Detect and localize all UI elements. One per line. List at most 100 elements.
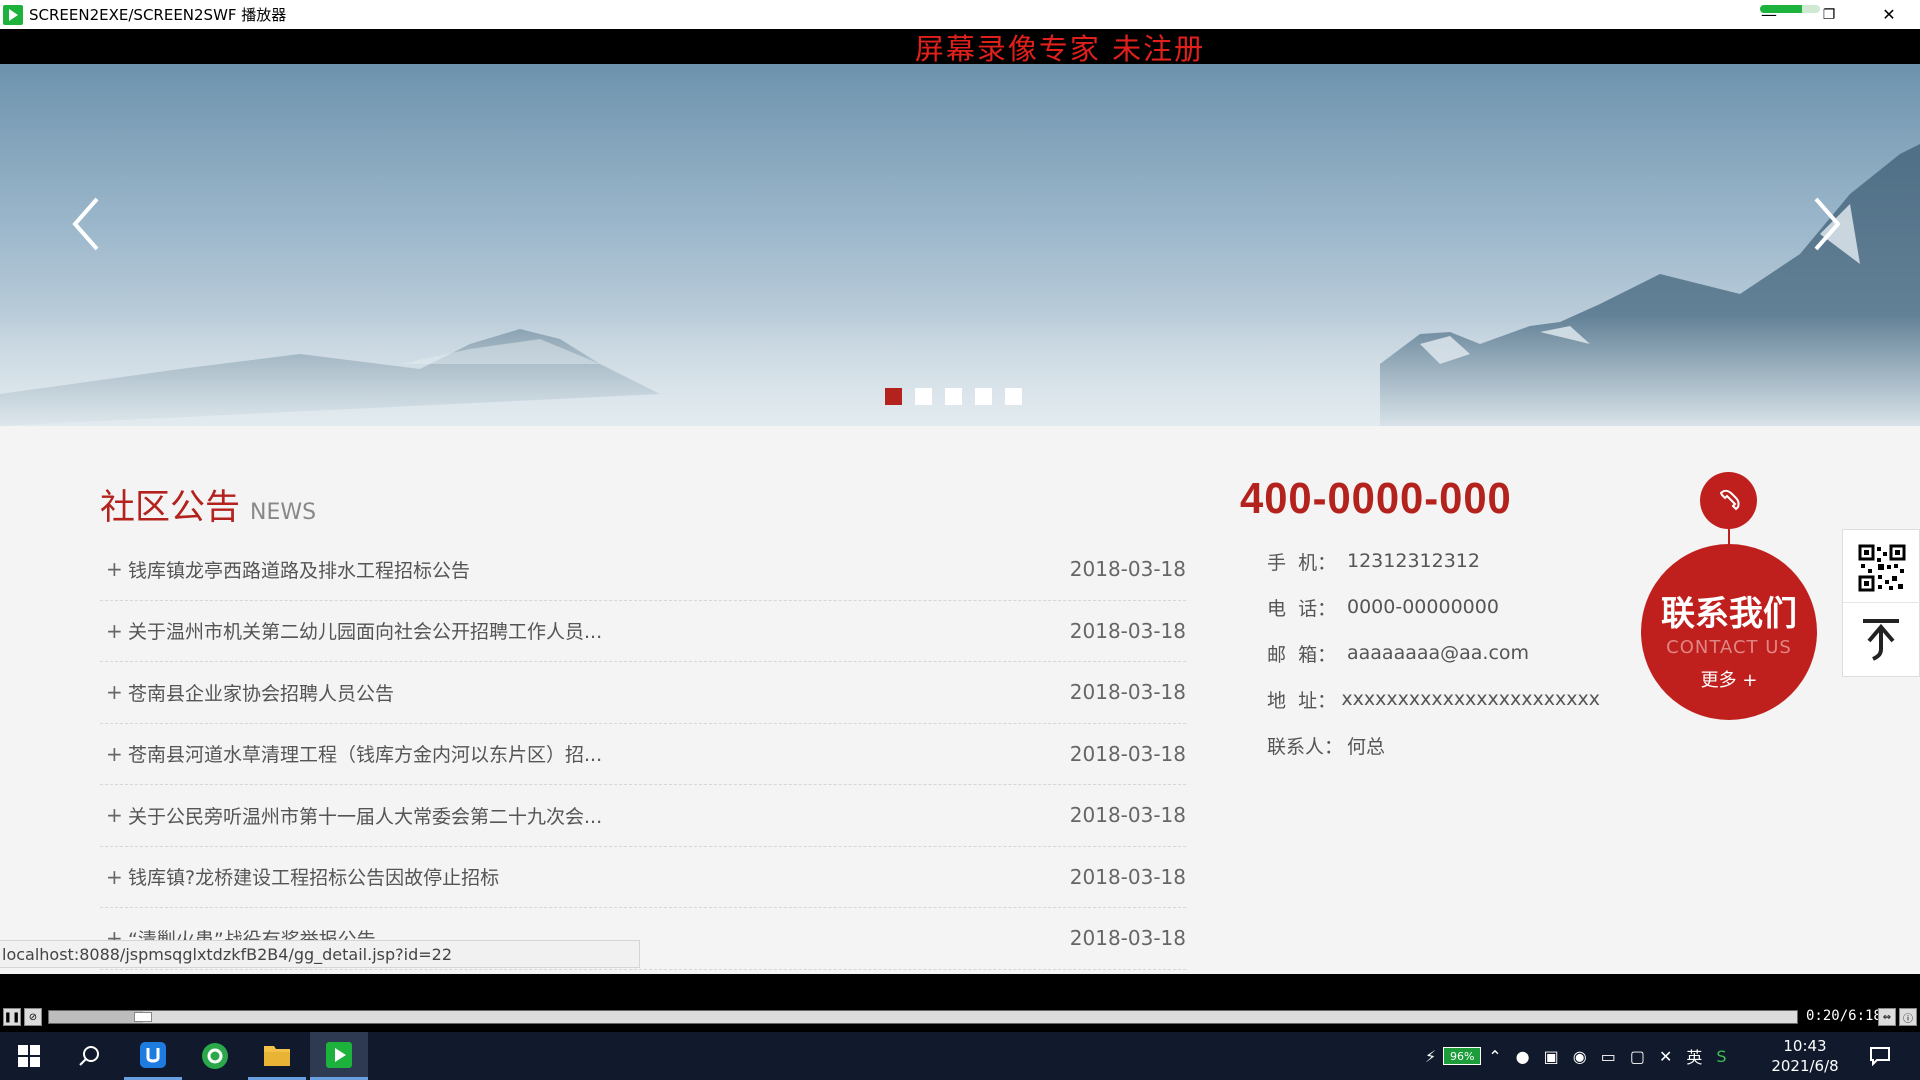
- network-icon[interactable]: ▢: [1630, 1047, 1645, 1066]
- app-u-tray-icon[interactable]: ▣: [1544, 1047, 1559, 1066]
- banner-next-arrow[interactable]: [1808, 189, 1848, 259]
- folder-icon: [264, 1045, 290, 1066]
- web-page: 社区公告 NEWS + 钱库镇龙亭西路道路及排水工程招标公告 2018-03-18…: [0, 64, 1920, 974]
- close-button[interactable]: ✕: [1866, 0, 1912, 29]
- qq-icon[interactable]: ●: [1516, 1047, 1530, 1066]
- pause-button[interactable]: ❚❚: [3, 1008, 21, 1026]
- list-item[interactable]: + 钱库镇龙亭西路道路及排水工程招标公告 2018-03-18: [100, 539, 1186, 601]
- banner-prev-arrow[interactable]: [65, 189, 105, 259]
- list-item[interactable]: + 关于公民旁听温州市第十一届人大常委会第二十九次会... 2018-03-18: [100, 785, 1186, 847]
- plus-icon: +: [106, 557, 123, 582]
- contact-row-person: 联系人： 何总: [1267, 735, 1386, 758]
- player-controls: ❚❚ ⊘ 0:20/6:18 ⇔ ⓘ: [0, 1006, 1920, 1028]
- notification-center-button[interactable]: [1850, 1032, 1910, 1080]
- list-item[interactable]: + 苍南县河道水草清理工程（钱库方金内河以东片区）招... 2018-03-18: [100, 724, 1186, 785]
- notice-title[interactable]: 关于温州市机关第二幼儿园面向社会公开招聘工作人员...: [128, 617, 602, 644]
- plus-icon: +: [106, 680, 123, 705]
- slide-dot[interactable]: [945, 388, 962, 405]
- section-subtitle: NEWS: [250, 500, 317, 525]
- battery-indicator[interactable]: 96%: [1443, 1047, 1482, 1065]
- stop-button[interactable]: ⊘: [24, 1008, 42, 1026]
- plus-icon: +: [106, 803, 123, 828]
- minimize-button[interactable]: —: [1746, 0, 1792, 29]
- info-button[interactable]: ⓘ: [1899, 1008, 1917, 1026]
- window-title: SCREEN2EXE/SCREEN2SWF 播放器: [29, 6, 287, 24]
- qr-code-icon[interactable]: [1858, 544, 1906, 592]
- phone-icon: [1700, 472, 1757, 529]
- notice-date: 2018-03-18: [1069, 557, 1186, 582]
- panel-divider: [1843, 602, 1920, 603]
- notice-title[interactable]: 钱库镇龙亭西路道路及排水工程招标公告: [128, 556, 470, 583]
- taskbar-file-explorer[interactable]: [248, 1032, 306, 1080]
- list-item[interactable]: + 苍南县企业家协会招聘人员公告 2018-03-18: [100, 662, 1186, 724]
- plus-icon: +: [106, 741, 123, 766]
- badge-title: 联系我们: [1661, 594, 1797, 634]
- contact-row-phone: 电 话： 0000-00000000: [1267, 596, 1499, 620]
- floating-side-panel: [1842, 529, 1920, 677]
- mute-icon[interactable]: ✕: [1659, 1047, 1672, 1066]
- taskbar-app-u[interactable]: [124, 1032, 182, 1080]
- chevron-up-icon[interactable]: ⌃: [1488, 1047, 1501, 1066]
- badge-circle: 联系我们 CONTACT US 更多 +: [1641, 544, 1817, 720]
- contact-row-email: 邮 箱： aaaaaaaa@aa.com: [1267, 642, 1530, 666]
- notice-title[interactable]: 钱库镇?龙桥建设工程招标公告因故停止招标: [128, 863, 499, 890]
- notice-title[interactable]: 苍南县河道水草清理工程（钱库方金内河以东片区）招...: [128, 740, 602, 767]
- restore-button[interactable]: ❐: [1806, 0, 1852, 29]
- player-app-icon: [3, 4, 23, 25]
- chevron-right-icon: [1814, 197, 1841, 251]
- blue-u-app-icon: [140, 1041, 166, 1068]
- chevron-left-icon: [72, 197, 99, 251]
- taskbar-browser[interactable]: [186, 1032, 244, 1080]
- notice-list: + 钱库镇龙亭西路道路及排水工程招标公告 2018-03-18 + 关于温州市机关第…: [100, 539, 1186, 970]
- start-button[interactable]: [0, 1032, 58, 1080]
- search-button[interactable]: [60, 1032, 118, 1080]
- slide-dot[interactable]: [885, 388, 902, 405]
- clock-time: 10:43: [1783, 1037, 1827, 1055]
- ime-indicator[interactable]: 英: [1686, 1044, 1702, 1068]
- slide-dot[interactable]: [915, 388, 932, 405]
- notice-title[interactable]: 关于公民旁听温州市第十一届人大常委会第二十九次会...: [128, 802, 602, 829]
- seek-thumb[interactable]: [134, 1012, 153, 1022]
- community-notices-section: 社区公告 NEWS + 钱库镇龙亭西路道路及排水工程招标公告 2018-03-18…: [100, 479, 1186, 970]
- taskbar-screen2exe-player[interactable]: [310, 1032, 368, 1080]
- taskbar-clock[interactable]: 10:43 2021/6/8: [1760, 1036, 1850, 1076]
- list-item[interactable]: + 关于温州市机关第二幼儿园面向社会公开招聘工作人员... 2018-03-18: [100, 601, 1186, 662]
- notice-date: 2018-03-18: [1069, 864, 1186, 889]
- hotline-number: 400-0000-000: [1240, 474, 1512, 523]
- notice-date: 2018-03-18: [1069, 926, 1186, 951]
- notification-icon: [1870, 1047, 1890, 1066]
- browser-status-url: localhost:8088/jspmsqglxtdzkfB2B4/gg_det…: [0, 940, 640, 968]
- contact-us-badge[interactable]: 联系我们 CONTACT US 更多 +: [1637, 472, 1817, 720]
- unregistered-watermark: 屏幕录像专家 未注册: [914, 31, 1206, 66]
- system-tray: ⚡ 96% ⌃ ● ▣ ◉ ▭ ▢ ✕ 英 S: [1418, 1032, 1734, 1080]
- player-app-icon: [326, 1041, 352, 1068]
- section-title: 社区公告: [100, 488, 241, 528]
- section-header: 社区公告 NEWS: [100, 479, 1186, 529]
- clock-date: 2021/6/8: [1771, 1057, 1839, 1075]
- badge-subtitle: CONTACT US: [1666, 637, 1792, 658]
- s-app-tray-icon[interactable]: S: [1716, 1047, 1726, 1066]
- seek-fill: [49, 1011, 144, 1023]
- slide-indicators: [885, 388, 1022, 405]
- more-link[interactable]: 更多 +: [1641, 666, 1817, 692]
- plus-icon: +: [106, 864, 123, 889]
- fit-window-button[interactable]: ⇔: [1878, 1008, 1896, 1026]
- wechat-icon[interactable]: ◉: [1573, 1047, 1587, 1066]
- search-icon: [79, 1046, 99, 1066]
- notice-date: 2018-03-18: [1069, 680, 1186, 705]
- windows-logo-icon: [18, 1045, 40, 1067]
- back-to-top-icon[interactable]: [1859, 615, 1903, 663]
- mountain-landscape-image: [0, 144, 1920, 426]
- contact-info: 400-0000-000 手 机： 12312312312 电 话： 0000-00…: [1240, 474, 1600, 768]
- charging-icon: ⚡: [1425, 1046, 1437, 1066]
- green-browser-icon: [202, 1043, 228, 1069]
- slide-dot[interactable]: [1005, 388, 1022, 405]
- slide-dot[interactable]: [975, 388, 992, 405]
- banner-slider[interactable]: [0, 64, 1920, 426]
- plus-icon: +: [106, 618, 123, 643]
- power-icon[interactable]: ▭: [1601, 1047, 1616, 1066]
- list-item[interactable]: + 钱库镇?龙桥建设工程招标公告因故停止招标 2018-03-18: [100, 847, 1186, 908]
- notice-title[interactable]: 苍南县企业家协会招聘人员公告: [128, 679, 394, 706]
- notice-date: 2018-03-18: [1069, 741, 1186, 766]
- seek-bar[interactable]: [48, 1010, 1798, 1024]
